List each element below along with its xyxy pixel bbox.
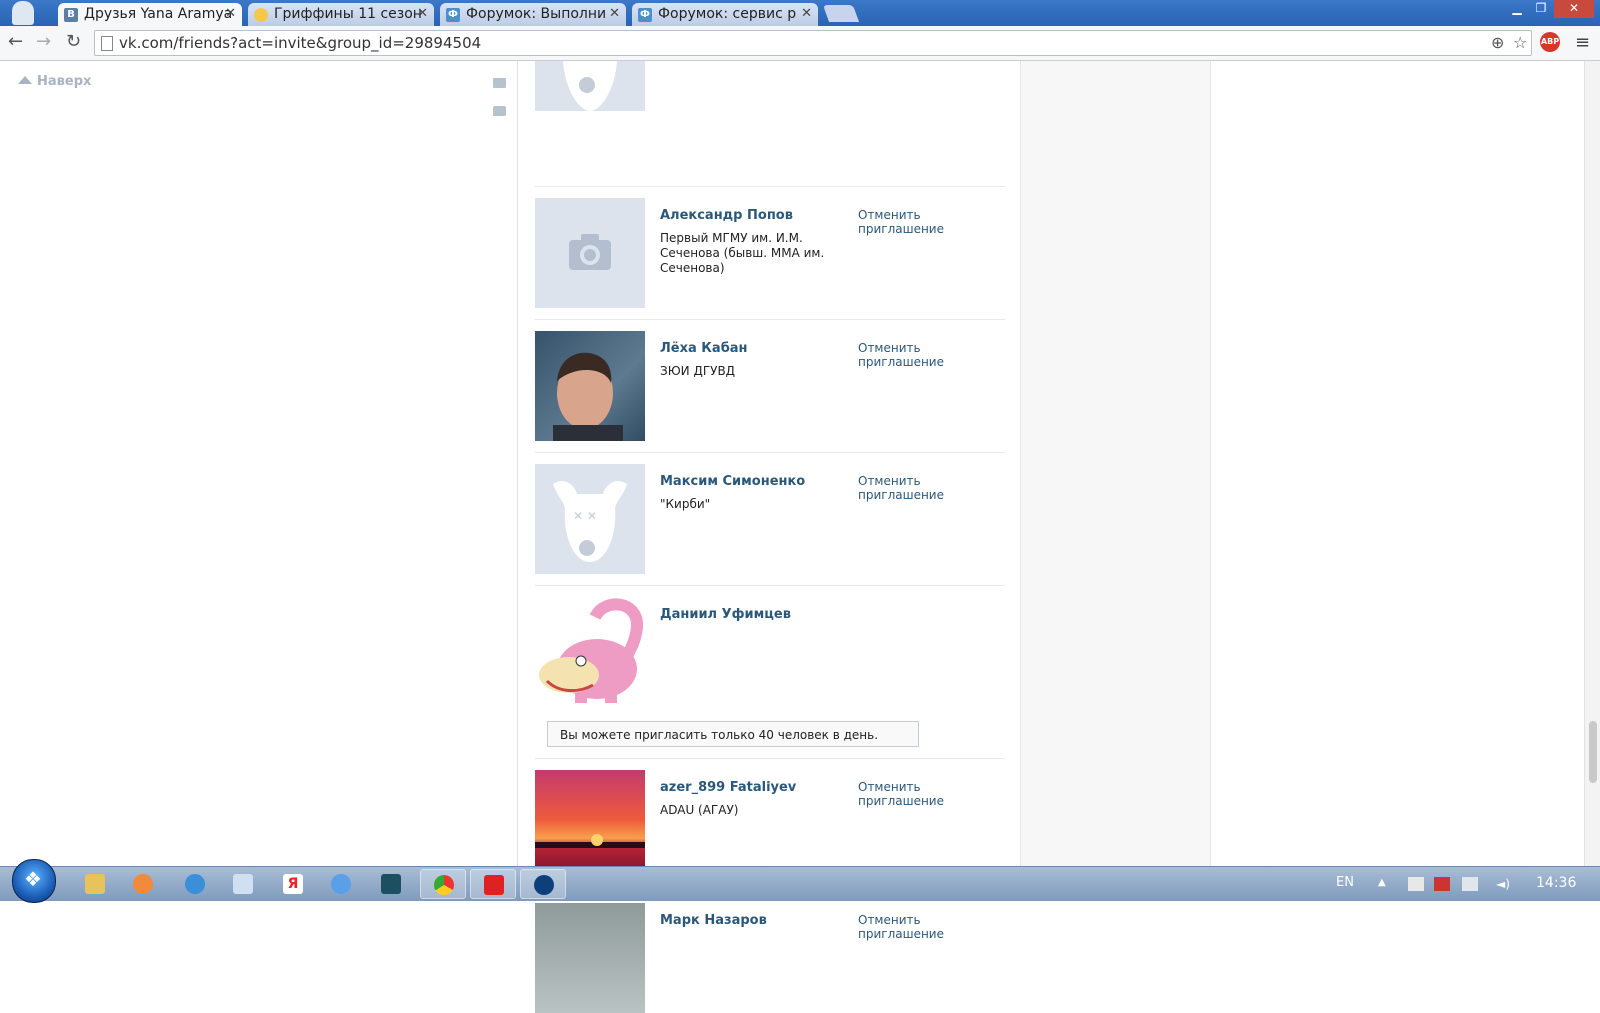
avatar[interactable] xyxy=(535,903,645,1013)
svg-text:✕ ✕: ✕ ✕ xyxy=(573,509,597,523)
avatar[interactable]: ✕ ✕ xyxy=(535,464,645,574)
language-indicator[interactable]: EN xyxy=(1336,875,1354,890)
adblock-icon[interactable]: ABP xyxy=(1540,32,1560,52)
multiplex-icon xyxy=(254,8,268,22)
close-window-button[interactable]: ✕ xyxy=(1554,0,1594,18)
friend-name-link[interactable]: Александр Попов xyxy=(660,208,793,223)
taskbar-yandex[interactable]: Я xyxy=(270,869,316,899)
sunset-photo xyxy=(535,834,645,848)
tab-close-icon[interactable]: ✕ xyxy=(417,6,428,21)
game-icon xyxy=(484,875,504,895)
friend-description: Первый МГМУ им. И.М. Сеченова (бывш. ММА… xyxy=(660,231,825,275)
app-icon xyxy=(534,875,554,895)
friend-name-link[interactable]: Даниил Уфимцев xyxy=(660,607,791,622)
folder-icon xyxy=(85,874,105,894)
network-icon[interactable] xyxy=(1462,877,1478,891)
page-content: Наверх Александр Попов Первый МГМУ им. И… xyxy=(0,61,1600,1013)
avatar[interactable] xyxy=(535,597,645,707)
cancel-invite-link[interactable]: Отменить приглашение xyxy=(858,341,1005,369)
security-icon[interactable] xyxy=(1434,877,1450,891)
cancel-invite-link[interactable]: Отменить приглашение xyxy=(858,208,1005,236)
minimize-button[interactable]: ▁ xyxy=(1506,0,1528,18)
scroll-to-top-link[interactable]: Наверх xyxy=(18,74,91,89)
taskbar-program[interactable] xyxy=(368,869,414,899)
cancel-invite-link[interactable]: Отменить приглашение xyxy=(858,474,1005,502)
forum-icon: Ф xyxy=(446,8,460,22)
taskbar-ie[interactable] xyxy=(172,869,218,899)
url-text[interactable]: vk.com/friends?act=invite&group_id=29894… xyxy=(119,34,481,52)
taskbar-app[interactable] xyxy=(520,869,566,899)
back-arrow-icon[interactable]: ← xyxy=(8,31,23,52)
windows-logo-icon: ❖ xyxy=(24,867,42,891)
cancel-invite-link[interactable]: Отменить приглашение xyxy=(858,780,1005,808)
bookmark-star-icon[interactable]: ☆ xyxy=(1513,33,1527,52)
zoom-icon[interactable]: ⊕ xyxy=(1491,33,1504,52)
camera-icon xyxy=(569,234,611,270)
tab-close-icon[interactable]: ✕ xyxy=(225,6,236,21)
slowpoke-picture xyxy=(539,598,643,703)
person-photo xyxy=(553,352,623,441)
friend-description: ADAU (АГАУ) xyxy=(660,803,739,817)
notepad-icon xyxy=(233,874,253,894)
taskbar-chrome[interactable] xyxy=(420,869,466,899)
taskbar-game[interactable] xyxy=(470,869,516,899)
avatar[interactable] xyxy=(535,198,645,308)
forward-arrow-icon[interactable]: → xyxy=(36,31,51,52)
start-button[interactable]: ❖ xyxy=(12,859,56,903)
yandex-icon: Я xyxy=(283,874,303,894)
taskbar-media-player[interactable] xyxy=(120,869,166,899)
avatar[interactable] xyxy=(535,770,645,880)
friend-description: "Кирби" xyxy=(660,497,711,511)
scrollbar-thumb[interactable] xyxy=(1589,721,1597,783)
comment-icon[interactable] xyxy=(493,106,506,116)
invite-limit-notice: Вы можете пригласить только 40 человек в… xyxy=(547,721,919,747)
friend-name-link[interactable]: Максим Симоненко xyxy=(660,474,805,489)
friend-name-link[interactable]: azer_899 Fataliyev xyxy=(660,780,796,795)
action-center-icon[interactable] xyxy=(1408,877,1424,891)
vk-icon: В xyxy=(64,8,78,22)
invite-row: Александр Попов Первый МГМУ им. И.М. Сеч… xyxy=(535,198,1005,320)
menu-icon[interactable]: ≡ xyxy=(1575,32,1590,53)
invite-row: Марк Назаров Отменить приглашение xyxy=(535,903,1005,1013)
profile-icon[interactable] xyxy=(12,1,34,25)
envelope-icon[interactable] xyxy=(493,78,506,88)
dog-placeholder-icon: ✕ ✕ xyxy=(553,481,627,562)
friend-name-link[interactable]: Лёха Кабан xyxy=(660,341,748,356)
invite-row: Лёха Кабан ЗЮИ ДГУВД Отменить приглашени… xyxy=(535,331,1005,453)
invite-row xyxy=(535,0,1005,187)
tab-friends[interactable]: В Друзья Yana Aramya ✕ xyxy=(58,3,242,27)
right-column xyxy=(1020,61,1211,866)
media-player-icon xyxy=(133,874,153,894)
taskbar-explorer[interactable] xyxy=(72,869,118,899)
invite-row: ✕ ✕ Максим Симоненко "Кирби" Отменить пр… xyxy=(535,464,1005,586)
program-icon xyxy=(381,874,401,894)
internet-explorer-icon xyxy=(185,874,205,894)
show-hidden-icons[interactable]: ▲ xyxy=(1378,877,1394,891)
scrollbar[interactable] xyxy=(1584,61,1600,866)
cancel-invite-link[interactable]: Отменить приглашение xyxy=(858,913,1005,941)
taskbar-sound[interactable] xyxy=(318,869,364,899)
clock[interactable]: 14:36 xyxy=(1536,875,1576,891)
page-icon xyxy=(101,36,113,51)
volume-icon[interactable]: ◄) xyxy=(1496,877,1512,891)
invite-row: Даниил Уфимцев Вы можете пригласить толь… xyxy=(535,597,1005,759)
column-divider xyxy=(517,61,518,866)
avatar[interactable] xyxy=(535,331,645,441)
tab-griffiny[interactable]: Гриффины 11 сезон ✕ xyxy=(248,3,434,26)
dog-placeholder-icon xyxy=(563,61,617,111)
taskbar: ❖ Я EN ▲ ◄) 14:36 xyxy=(0,859,1600,903)
avatar[interactable] xyxy=(535,61,645,111)
maximize-button[interactable]: ❐ xyxy=(1530,0,1552,18)
taskbar-notepad[interactable] xyxy=(220,869,266,899)
friend-description: ЗЮИ ДГУВД xyxy=(660,364,736,378)
chrome-icon xyxy=(434,875,454,895)
up-arrow-icon xyxy=(18,76,32,84)
sound-app-icon xyxy=(331,874,351,894)
friend-name-link[interactable]: Марк Назаров xyxy=(660,913,767,928)
reload-icon[interactable]: ↻ xyxy=(66,31,81,52)
